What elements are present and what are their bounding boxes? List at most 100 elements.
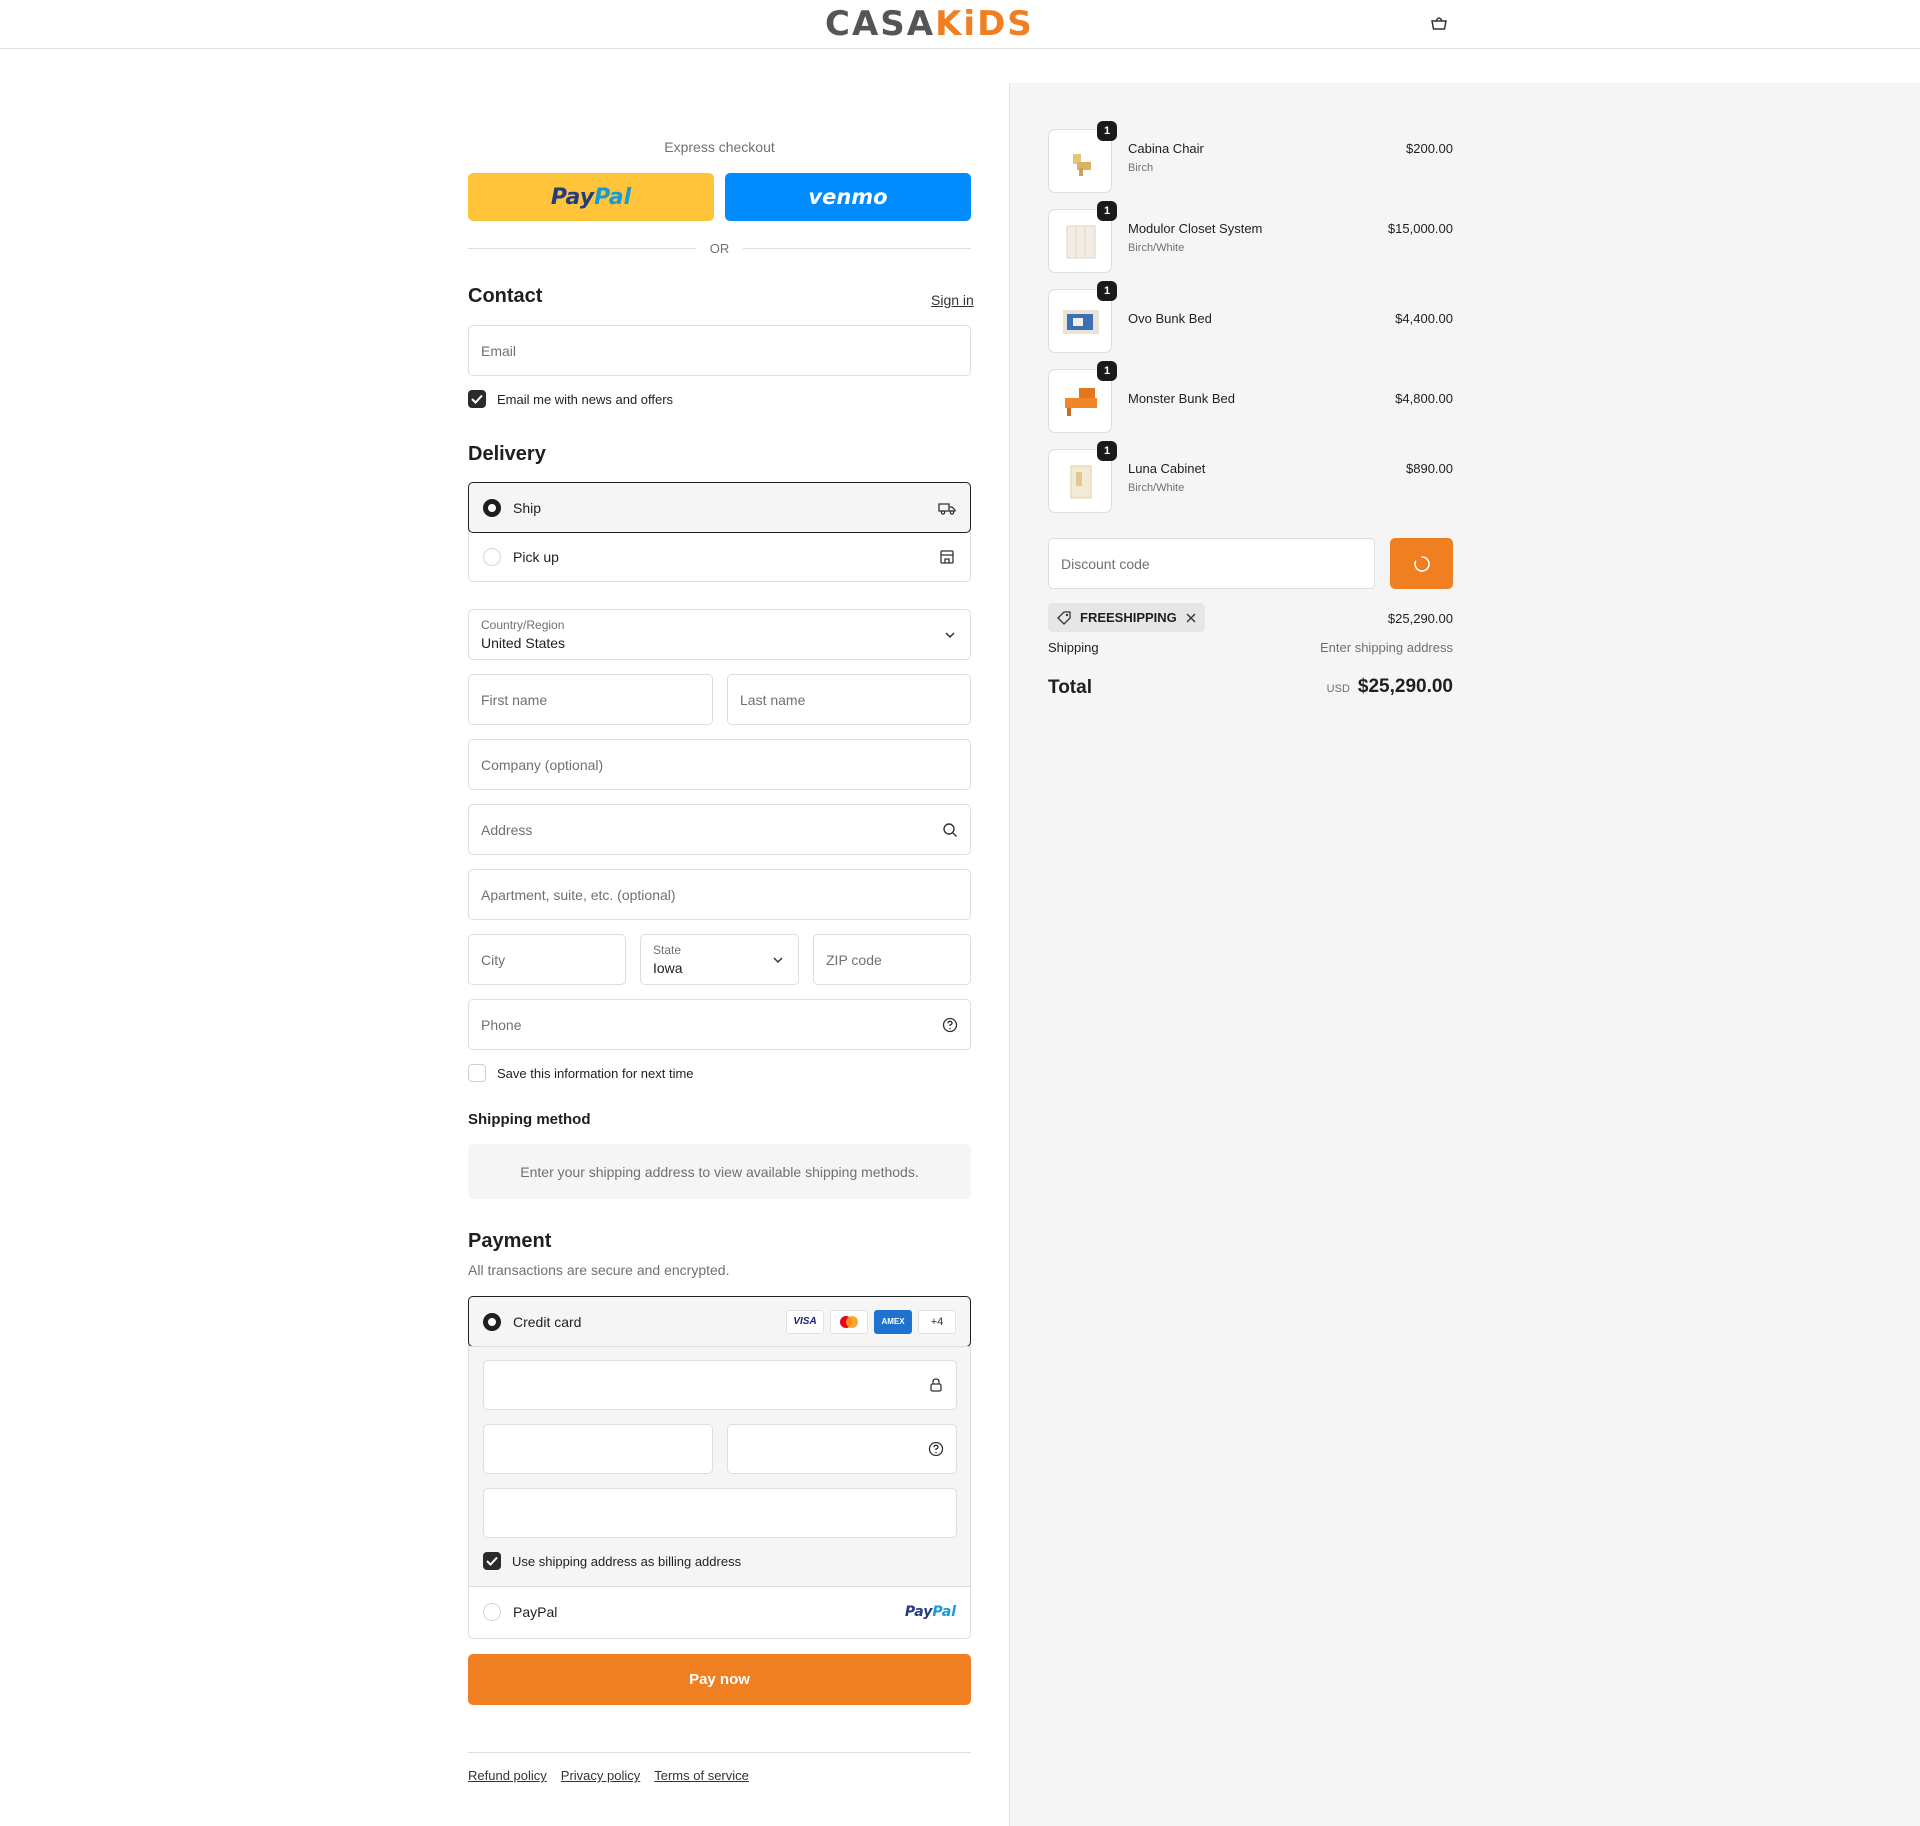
express-checkout-label: Express checkout xyxy=(664,139,775,155)
billing-same-checkbox-row[interactable]: Use shipping address as billing address xyxy=(483,1552,741,1570)
delivery-option-pickup[interactable]: Pick up xyxy=(469,532,970,582)
city-field[interactable]: City xyxy=(468,934,626,985)
pay-now-button[interactable]: Pay now xyxy=(468,1654,971,1705)
cart-item: 1 Ovo Bunk Bed $4,400.00 xyxy=(1048,281,1453,353)
terms-of-service-link[interactable]: Terms of service xyxy=(654,1768,749,1783)
paypal-label: PayPal xyxy=(513,1604,558,1620)
item-name: Ovo Bunk Bed xyxy=(1128,311,1212,326)
card-brand-logos: VISA AMEX +4 xyxy=(786,1309,956,1334)
delivery-options: Ship Pick up xyxy=(468,482,971,582)
paypal-radio[interactable] xyxy=(483,1603,501,1621)
card-name-field[interactable] xyxy=(483,1488,957,1538)
apply-discount-button[interactable] xyxy=(1390,538,1453,589)
check-icon xyxy=(471,394,483,404)
venmo-express-button[interactable]: venmo xyxy=(725,173,971,221)
or-divider: OR xyxy=(468,240,971,256)
discount-placeholder: Discount code xyxy=(1061,555,1150,572)
currency-code: USD xyxy=(1326,683,1350,695)
pickup-radio[interactable] xyxy=(483,548,501,566)
card-cvv-field[interactable] xyxy=(727,1424,957,1474)
item-variant: Birch/White xyxy=(1128,482,1185,494)
last-name-field[interactable]: Last name xyxy=(727,674,971,725)
phone-placeholder: Phone xyxy=(481,1016,522,1033)
apartment-field[interactable]: Apartment, suite, etc. (optional) xyxy=(468,869,971,920)
search-icon xyxy=(943,822,957,837)
quantity-badge: 1 xyxy=(1097,361,1117,381)
footer-links: Refund policy Privacy policy Terms of se… xyxy=(468,1768,749,1783)
payment-option-paypal[interactable]: PayPal PayPal xyxy=(469,1587,970,1637)
shipping-value: Enter shipping address xyxy=(1320,640,1453,655)
quantity-badge: 1 xyxy=(1097,281,1117,301)
item-price: $200.00 xyxy=(1406,141,1453,156)
state-select[interactable]: State Iowa xyxy=(640,934,799,985)
total-value: $25,290.00 xyxy=(1357,676,1453,697)
ship-radio[interactable] xyxy=(483,498,501,517)
lock-icon xyxy=(930,1378,942,1392)
truck-icon xyxy=(938,502,956,515)
payment-title: Payment xyxy=(468,1230,552,1252)
total-amount: USD $25,290.00 xyxy=(1327,676,1453,698)
bag-icon[interactable] xyxy=(1428,14,1452,34)
casakids-logo[interactable]: CASAKiDS xyxy=(825,6,1034,42)
divider-line xyxy=(743,247,971,249)
zip-field[interactable]: ZIP code xyxy=(813,934,971,985)
item-name: Luna Cabinet xyxy=(1128,461,1206,476)
ship-label: Ship xyxy=(513,499,542,516)
country-label: Country/Region xyxy=(481,618,565,632)
sign-in-link[interactable]: Sign in xyxy=(931,292,974,308)
applied-discount-tag: FREESHIPPING xyxy=(1048,603,1205,632)
help-icon[interactable] xyxy=(928,1441,944,1457)
discount-code-field[interactable]: Discount code xyxy=(1048,538,1375,589)
first-name-field[interactable]: First name xyxy=(468,674,713,725)
card-number-field[interactable] xyxy=(483,1360,957,1410)
address-placeholder: Address xyxy=(481,821,533,838)
cart-item: 1 Luna Cabinet Birch/White $890.00 xyxy=(1048,441,1453,513)
item-price: $15,000.00 xyxy=(1387,221,1453,236)
company-field[interactable]: Company (optional) xyxy=(468,739,971,790)
close-icon[interactable] xyxy=(1185,612,1197,624)
paypal-express-button[interactable]: Pay Pal xyxy=(468,173,714,221)
cart-item: 1 Monster Bunk Bed $4,800.00 xyxy=(1048,361,1453,433)
pickup-label: Pick up xyxy=(513,549,559,565)
delivery-option-ship[interactable]: Ship xyxy=(468,482,971,533)
tag-icon xyxy=(1057,610,1071,625)
help-icon[interactable] xyxy=(942,1017,958,1033)
billing-same-checkbox[interactable] xyxy=(483,1552,501,1570)
newsletter-label: Email me with news and offers xyxy=(497,391,674,407)
email-field[interactable]: Email xyxy=(468,325,971,376)
zip-placeholder: ZIP code xyxy=(826,951,882,968)
paypal-pay-text: Pay xyxy=(550,184,595,210)
logo-casa: CASA xyxy=(825,4,936,44)
more-cards-badge: +4 xyxy=(918,1309,956,1334)
privacy-policy-link[interactable]: Privacy policy xyxy=(561,1768,640,1783)
city-placeholder: City xyxy=(481,951,506,968)
site-header: CASAKiDS xyxy=(0,0,1920,49)
credit-card-radio[interactable] xyxy=(483,1312,501,1331)
newsletter-checkbox[interactable] xyxy=(468,390,486,408)
billing-same-label: Use shipping address as billing address xyxy=(512,1553,742,1569)
card-expiry-field[interactable] xyxy=(483,1424,713,1474)
cart-item: 1 Cabina Chair Birch $200.00 xyxy=(1048,121,1453,193)
email-placeholder: Email xyxy=(481,342,517,359)
newsletter-checkbox-row[interactable]: Email me with news and offers xyxy=(468,390,673,408)
item-name: Cabina Chair xyxy=(1128,141,1204,156)
save-info-checkbox[interactable] xyxy=(468,1064,486,1082)
discount-code-text: FREESHIPPING xyxy=(1080,610,1177,625)
item-price: $4,400.00 xyxy=(1395,311,1453,326)
refund-policy-link[interactable]: Refund policy xyxy=(468,1768,547,1783)
country-select[interactable]: Country/Region United States xyxy=(468,609,971,660)
or-text: OR xyxy=(709,240,730,256)
save-info-checkbox-row[interactable]: Save this information for next time xyxy=(468,1064,694,1082)
last-name-placeholder: Last name xyxy=(740,691,806,708)
state-label: State xyxy=(653,943,682,957)
payment-option-credit-card[interactable]: Credit card VISA AMEX +4 xyxy=(468,1296,971,1347)
address-field[interactable]: Address xyxy=(468,804,971,855)
shipping-method-title: Shipping method xyxy=(468,1111,591,1128)
amex-icon: AMEX xyxy=(874,1309,912,1334)
phone-field[interactable]: Phone xyxy=(468,999,971,1050)
credit-card-form: Use shipping address as billing address xyxy=(469,1346,970,1587)
venmo-text: venmo xyxy=(808,185,888,209)
state-value: Iowa xyxy=(653,960,683,976)
divider-line xyxy=(468,247,696,249)
shipping-label: Shipping xyxy=(1048,640,1099,655)
